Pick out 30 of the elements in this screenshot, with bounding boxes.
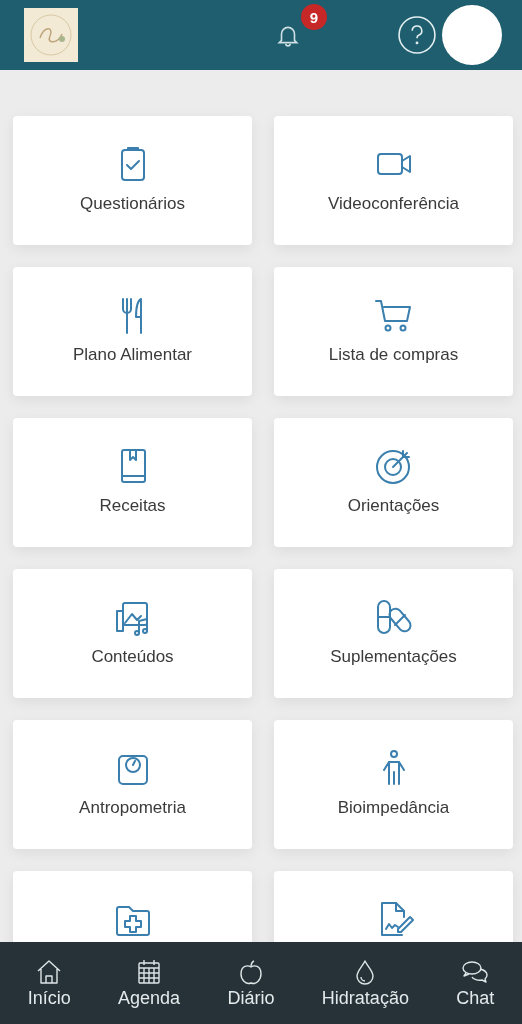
- nav-item[interactable]: Diário: [227, 957, 275, 1009]
- menu-card[interactable]: Conteúdos: [13, 569, 252, 698]
- card-label: Antropometria: [79, 798, 186, 818]
- notification-badge: 9: [301, 4, 327, 30]
- logo-icon: [24, 8, 78, 62]
- menu-card[interactable]: Lista de compras: [274, 267, 513, 396]
- nav-item[interactable]: Chat: [456, 957, 495, 1009]
- help-icon[interactable]: [398, 16, 436, 54]
- menu-card[interactable]: Orientações: [274, 418, 513, 547]
- avatar-icon[interactable]: [442, 5, 502, 65]
- nav-item[interactable]: Agenda: [118, 957, 181, 1009]
- apple-icon: [237, 957, 265, 986]
- card-label: Suplementações: [330, 647, 457, 667]
- menu-card[interactable]: Suplementações: [274, 569, 513, 698]
- card-label: Questionários: [80, 194, 185, 214]
- card-label: Bioimpedância: [337, 798, 450, 818]
- menu-card[interactable]: Plano Alimentar: [13, 267, 252, 396]
- nav-item[interactable]: Início: [27, 957, 71, 1009]
- card-label: Lista de compras: [328, 345, 459, 365]
- menu-card[interactable]: Videoconferência: [274, 116, 513, 245]
- menu-card[interactable]: Bioimpedância: [274, 720, 513, 849]
- card-label: Videoconferência: [327, 194, 460, 214]
- menu-card[interactable]: Antropometria: [13, 720, 252, 849]
- card-label: Conteúdos: [91, 647, 174, 667]
- nav-item[interactable]: Hidratação: [321, 957, 409, 1009]
- menu-card[interactable]: Receitas: [13, 418, 252, 547]
- menu-card[interactable]: Questionários: [13, 116, 252, 245]
- card-label: Receitas: [99, 496, 166, 516]
- card-label: Orientações: [347, 496, 440, 516]
- card-label: Plano Alimentar: [72, 345, 193, 365]
